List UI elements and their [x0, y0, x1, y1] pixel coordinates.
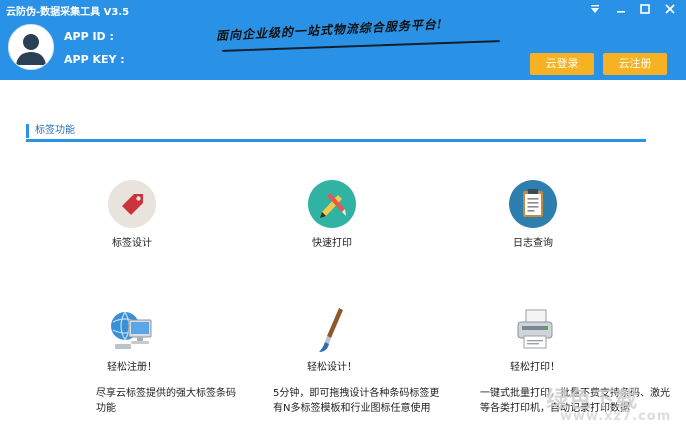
maximize-icon[interactable]	[637, 2, 653, 18]
section-title: 标签功能	[26, 124, 75, 138]
cloud-register-button[interactable]: 云注册	[603, 53, 667, 75]
close-icon[interactable]	[662, 2, 678, 18]
brush-icon	[307, 306, 357, 354]
printer-icon	[510, 306, 560, 354]
promo-easy-print: 轻松打印！	[495, 306, 575, 373]
promo-easy-design: 轻松设计！	[292, 306, 372, 373]
window-title: 云防伪-数据采集工具 V3.5	[6, 7, 130, 18]
pen-brush-icon	[308, 180, 356, 228]
feature-label-design[interactable]: 标签设计	[97, 180, 167, 249]
promo-description: 尽享云标签提供的强大标签条码功能	[96, 388, 236, 414]
section-divider	[26, 139, 646, 142]
watermark-sub: www.xz7.com	[560, 409, 672, 424]
promo-label: 轻松打印！	[510, 362, 560, 373]
app-id-label: APP ID :	[64, 30, 114, 43]
feature-label: 日志查询	[513, 238, 553, 249]
avatar[interactable]	[8, 24, 54, 70]
feature-quick-print[interactable]: 快速打印	[297, 180, 367, 249]
title-bar: 云防伪-数据采集工具 V3.5	[0, 0, 686, 20]
feature-label: 标签设计	[112, 238, 152, 249]
minimize-icon[interactable]	[613, 2, 629, 18]
app-key-label: APP KEY :	[64, 53, 125, 66]
computer-globe-icon	[107, 306, 157, 354]
promo-label: 轻松设计！	[307, 362, 357, 373]
promo-label: 轻松注册！	[107, 362, 157, 373]
clipboard-icon	[509, 180, 557, 228]
slogan-underline	[222, 40, 500, 52]
feature-label: 快速打印	[312, 238, 352, 249]
promo-description: 5分钟，即可拖拽设计各种条码标签更有N多标签模板和行业图标任意使用	[273, 388, 440, 414]
header-bar: 云防伪-数据采集工具 V3.5 APP ID : APP KEY : 面向企业级…	[0, 0, 686, 80]
feature-log-query[interactable]: 日志查询	[498, 180, 568, 249]
watermark: 绿色下载 www.xz7.com	[546, 382, 686, 428]
cloud-login-button[interactable]: 云登录	[530, 53, 594, 75]
menu-dropdown-icon[interactable]	[587, 2, 603, 18]
promo-easy-register: 轻松注册！	[92, 306, 172, 373]
tag-icon	[108, 180, 156, 228]
